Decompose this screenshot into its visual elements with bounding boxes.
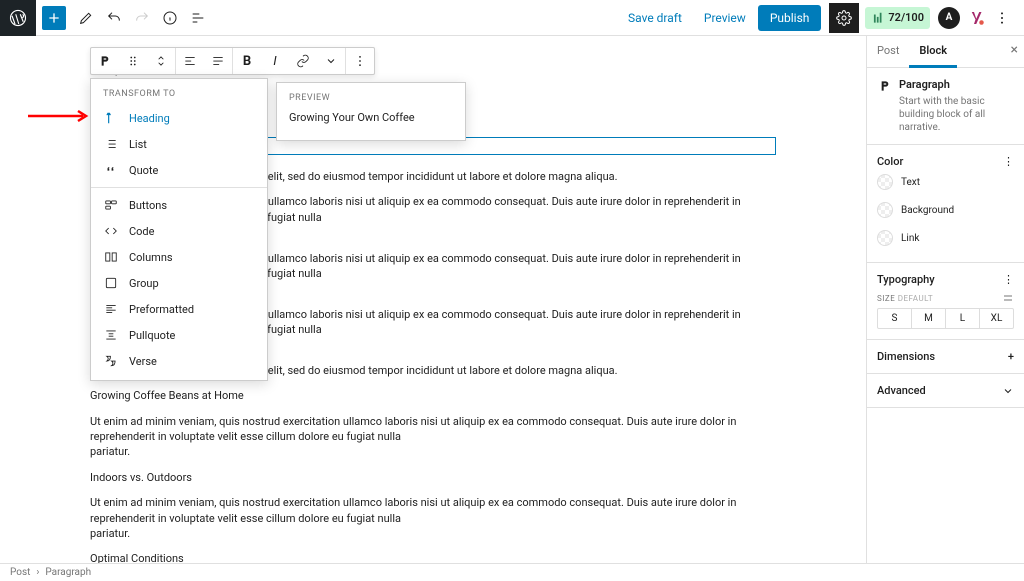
transform-list-item[interactable]: List — [91, 131, 267, 157]
transform-heading: TRANSFORM TO — [91, 79, 267, 105]
seo-score-badge[interactable]: 72/100 — [865, 7, 930, 29]
pullquote-icon — [103, 328, 119, 342]
align-left-icon[interactable] — [176, 47, 204, 75]
breadcrumb: Post › Paragraph — [0, 563, 1024, 581]
chevron-down-icon[interactable] — [1002, 385, 1014, 397]
panel-title: Typography — [877, 273, 935, 286]
breadcrumb-paragraph[interactable]: Paragraph — [45, 567, 91, 578]
more-icon[interactable] — [990, 6, 1014, 30]
transform-verse-item[interactable]: Verse — [91, 348, 267, 374]
group-icon — [103, 276, 119, 290]
sidebar-tabs: Post Block × — [867, 36, 1024, 68]
yoast-icon[interactable] — [968, 9, 986, 27]
publish-button[interactable]: Publish — [758, 5, 822, 31]
plus-icon[interactable]: + — [1008, 350, 1014, 363]
swatch-icon — [877, 202, 893, 218]
score-value: 72/100 — [888, 11, 924, 24]
transform-preformatted-item[interactable]: Preformatted — [91, 296, 267, 322]
info-icon[interactable] — [158, 6, 182, 30]
content-heading[interactable]: Growing Coffee Beans at Home — [90, 388, 776, 403]
quote-icon — [103, 163, 119, 177]
italic-button[interactable]: I — [261, 47, 289, 75]
transform-pullquote-item[interactable]: Pullquote — [91, 322, 267, 348]
wordpress-logo[interactable] — [0, 0, 36, 36]
transform-code-item[interactable]: Code — [91, 218, 267, 244]
tab-block[interactable]: Block — [909, 36, 957, 68]
paragraph-icon — [877, 78, 893, 134]
bold-button[interactable]: B — [233, 47, 261, 75]
swatch-icon — [877, 230, 893, 246]
transform-quote-item[interactable]: Quote — [91, 157, 267, 183]
close-icon[interactable]: × — [1011, 42, 1018, 58]
settings-icon[interactable] — [829, 3, 859, 33]
add-block-button[interactable] — [42, 6, 66, 30]
content-heading[interactable]: Optimal Conditions — [90, 551, 776, 563]
transform-columns-item[interactable]: Columns — [91, 244, 267, 270]
block-description: Start with the basic building block of a… — [899, 95, 1014, 134]
verse-icon — [103, 354, 119, 368]
block-title: Paragraph — [899, 78, 1014, 91]
size-m[interactable]: M — [912, 309, 946, 328]
size-s[interactable]: S — [878, 309, 912, 328]
size-xl[interactable]: XL — [980, 309, 1013, 328]
chevron-down-icon[interactable] — [317, 47, 345, 75]
dimensions-panel[interactable]: Dimensions + — [867, 340, 1024, 374]
transform-heading-item[interactable]: Heading — [91, 105, 267, 131]
advanced-panel[interactable]: Advanced — [867, 374, 1024, 408]
panel-title: Advanced — [877, 384, 926, 397]
more-icon[interactable]: ⋮ — [1003, 155, 1014, 168]
link-icon[interactable] — [289, 47, 317, 75]
menu-divider — [91, 187, 267, 188]
settings-icon[interactable] — [1002, 292, 1014, 304]
preview-heading: PREVIEW — [289, 93, 453, 103]
preformatted-icon — [103, 302, 119, 316]
edit-icon[interactable] — [74, 6, 98, 30]
color-link-row[interactable]: Link — [877, 224, 1014, 252]
tab-post[interactable]: Post — [867, 36, 909, 67]
more-options-icon[interactable] — [346, 47, 374, 75]
save-draft-button[interactable]: Save draft — [618, 5, 692, 31]
annotation-arrow — [28, 109, 93, 123]
columns-icon — [103, 250, 119, 264]
typography-panel: Typography⋮ SIZE DEFAULT S M L XL — [867, 263, 1024, 340]
color-text-row[interactable]: Text — [877, 168, 1014, 196]
breadcrumb-post[interactable]: Post — [10, 567, 30, 578]
preview-popover: PREVIEW Growing Your Own Coffee — [276, 82, 466, 141]
block-toolbar: B I — [90, 47, 375, 75]
more-icon[interactable]: ⋮ — [1003, 273, 1014, 286]
heading-icon — [103, 111, 119, 125]
outline-icon[interactable] — [186, 6, 210, 30]
redo-icon[interactable] — [130, 6, 154, 30]
transform-group-item[interactable]: Group — [91, 270, 267, 296]
preview-text: Growing Your Own Coffee — [289, 111, 453, 124]
swatch-icon — [877, 174, 893, 190]
plugin-a-icon[interactable]: A — [938, 7, 960, 29]
block-info: Paragraph Start with the basic building … — [867, 68, 1024, 145]
content-paragraph[interactable]: Ut enim ad minim veniam, quis nostrud ex… — [90, 414, 776, 460]
move-icon[interactable] — [147, 47, 175, 75]
preview-button[interactable]: Preview — [694, 5, 756, 31]
buttons-icon — [103, 198, 119, 212]
content-heading[interactable]: Indoors vs. Outdoors — [90, 470, 776, 485]
top-toolbar: Save draft Preview Publish 72/100 A — [0, 0, 1024, 36]
align-icon[interactable] — [204, 47, 232, 75]
drag-handle-icon[interactable] — [119, 47, 147, 75]
undo-icon[interactable] — [102, 6, 126, 30]
panel-title: Dimensions — [877, 350, 935, 363]
code-icon — [103, 224, 119, 238]
transform-buttons-item[interactable]: Buttons — [91, 192, 267, 218]
size-l[interactable]: L — [946, 309, 980, 328]
list-icon — [103, 137, 119, 151]
settings-sidebar: Post Block × Paragraph Start with the ba… — [866, 36, 1024, 563]
content-paragraph[interactable]: Ut enim ad minim veniam, quis nostrud ex… — [90, 495, 776, 541]
transform-menu: TRANSFORM TO Heading List Quote Buttons … — [90, 78, 268, 381]
panel-title: Color — [877, 155, 903, 168]
size-selector: S M L XL — [877, 308, 1014, 329]
block-type-icon[interactable] — [91, 47, 119, 75]
color-background-row[interactable]: Background — [877, 196, 1014, 224]
color-panel: Color ⋮ Text Background Link — [867, 145, 1024, 263]
